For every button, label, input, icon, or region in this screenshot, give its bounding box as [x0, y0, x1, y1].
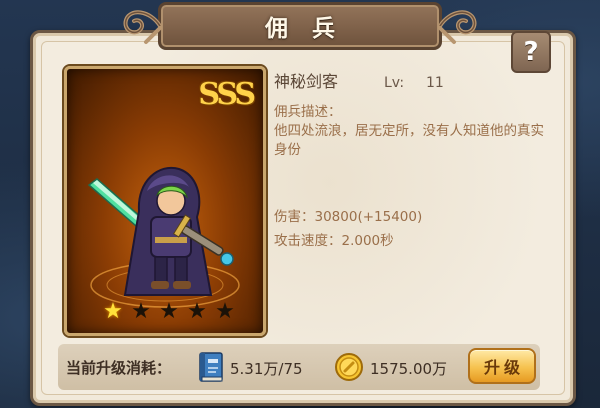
level-label: Lv:: [384, 75, 405, 91]
hero-portrait-card[interactable]: SSS ★ ★ ★ ★ ★: [64, 66, 266, 336]
level-value: 11: [426, 75, 444, 91]
hero-name: 神秘剑客: [274, 72, 339, 91]
star-icon: ★: [131, 299, 151, 324]
star-icon: ★: [215, 299, 235, 324]
book-icon: [199, 352, 223, 382]
cost-label: 当前升级消耗：: [66, 359, 172, 377]
star-icon: ★: [187, 299, 207, 324]
question-icon: ?: [523, 37, 539, 67]
banner-ornament-left-icon: [123, 10, 162, 44]
description-text: 他四处流浪，居无定所，没有人知道他的真实身份: [274, 123, 544, 158]
attack-speed-stat: 攻击速度：2.000秒: [274, 233, 394, 249]
help-button[interactable]: ?: [511, 31, 551, 73]
star-rating: ★ ★ ★ ★ ★: [101, 301, 237, 323]
upgrade-cost-bar: 当前升级消耗： 5.31万/75 1575.00万 升级: [58, 344, 540, 390]
hero-info: 神秘剑客 Lv: 11 佣兵描述： 他四处流浪，居无定所，没有人知道他的真实身份: [274, 68, 554, 160]
damage-stat: 伤害：30800(+15400): [274, 209, 423, 225]
star-icon: ★: [159, 299, 179, 324]
gold-cost: 1575.00万: [370, 360, 448, 378]
gold-coin-icon: [335, 353, 363, 381]
star-icon: ★: [103, 299, 123, 324]
upgrade-button[interactable]: 升级: [468, 348, 536, 384]
hero-stats: 伤害：30800(+15400) 攻击速度：2.000秒: [274, 205, 422, 253]
hero-portrait: [87, 166, 240, 308]
page-title: 佣 兵: [264, 16, 343, 42]
title-banner: 佣 兵: [158, 2, 442, 50]
rank-badge: SSS: [198, 77, 256, 112]
exp-book-cost: 5.31万/75: [230, 360, 303, 378]
banner-ornament-right-icon: [438, 10, 477, 44]
description-title: 佣兵描述：: [274, 104, 342, 120]
name-row: 神秘剑客 Lv: 11: [274, 68, 554, 92]
